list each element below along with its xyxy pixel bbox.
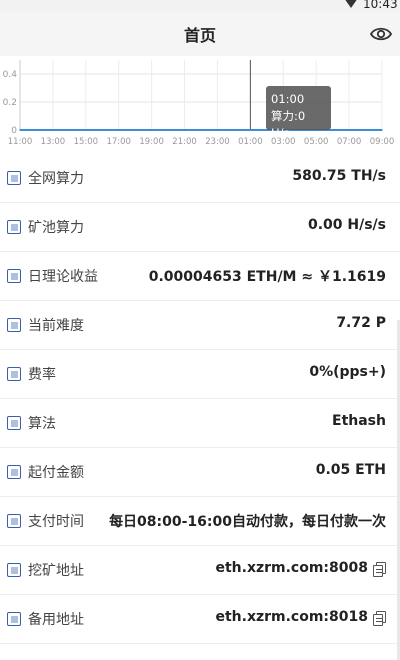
info-row: 日理论收益 0.00004653 ETH/M ≈ ￥1.1619 <box>0 252 400 301</box>
info-row: 支付时间 每日08:00-16:00自动付款，每日付款一次 <box>0 497 400 546</box>
backup-address-icon <box>7 612 21 626</box>
info-row: 起付金额 0.05 ETH <box>0 448 400 497</box>
y-tick-label: 0.4 <box>3 70 18 80</box>
info-label: 挖矿地址 <box>28 563 84 579</box>
x-tick-label: 11:00 <box>8 137 33 147</box>
fee-icon <box>7 367 21 381</box>
data-point <box>381 129 383 131</box>
status-bar: 10:43 <box>0 0 400 12</box>
min-payout-icon <box>7 465 21 479</box>
info-value: 0.00 H/s/s <box>307 217 386 233</box>
page-title: 首页 <box>183 26 216 45</box>
data-point <box>249 129 252 131</box>
x-tick-label: 23:00 <box>205 137 230 147</box>
x-tick-label: 07:00 <box>337 137 362 147</box>
chart-tooltip: 01:00 算力:0 H/s <box>266 86 331 140</box>
info-label: 支付时间 <box>28 514 84 530</box>
info-value: Ethash <box>332 413 386 429</box>
eye-icon[interactable] <box>370 24 392 44</box>
pool-hashrate-icon <box>7 220 21 234</box>
x-tick-label: 15:00 <box>74 137 99 147</box>
info-value: 每日08:00-16:00自动付款，每日付款一次 <box>109 514 386 530</box>
y-tick-label: 0 <box>11 126 17 136</box>
info-value: 580.75 TH/s <box>292 168 386 184</box>
info-row: 算法 Ethash <box>0 399 400 448</box>
info-label: 日理论收益 <box>28 269 98 285</box>
data-point <box>19 129 21 131</box>
difficulty-icon <box>7 318 21 332</box>
info-label: 费率 <box>28 367 56 383</box>
info-row: 当前难度 7.72 P <box>0 301 400 350</box>
app-header: 首页 <box>0 12 400 56</box>
data-point <box>150 129 153 131</box>
signal-icon <box>344 0 358 8</box>
data-point <box>348 129 350 131</box>
x-tick-label: 01:00 <box>238 137 263 147</box>
payment-time-icon <box>7 514 21 528</box>
data-point <box>117 129 120 131</box>
info-row: 挖矿地址 eth.xzrm.com:8008 <box>0 546 400 595</box>
y-tick-label: 0.2 <box>3 98 17 108</box>
x-tick-label: 21:00 <box>172 137 197 147</box>
data-point <box>85 129 87 131</box>
hashrate-chart-svg: 0.4 0.2 011:00 13:00 15:00 17:00 19:00 21:00 23:… <box>3 60 395 147</box>
x-tick-label: 19:00 <box>139 137 164 147</box>
pool-info-list: 全网算力 580.75 TH/s 矿池算力 0.00 H/s/s 日理论收益 0.0000… <box>0 154 400 644</box>
copy-icon[interactable] <box>373 562 386 577</box>
daily-income-icon <box>7 269 21 283</box>
data-point <box>52 129 54 131</box>
info-label: 备用地址 <box>28 612 84 628</box>
info-label: 全网算力 <box>28 171 84 187</box>
info-label: 起付金额 <box>28 465 84 481</box>
algorithm-icon <box>7 416 21 430</box>
info-row: 矿池算力 0.00 H/s/s <box>0 203 400 252</box>
hashrate-chart: 0.4 0.2 0 11:00 13:00 15:00 17:00 19:00 21:00 23:… <box>0 56 400 150</box>
info-value: 0%(pps+) <box>309 364 386 380</box>
network-hashrate-icon <box>7 171 21 185</box>
info-value: eth.xzrm.com:8018 <box>215 609 368 625</box>
info-value: 7.72 P <box>336 315 386 331</box>
copy-icon[interactable] <box>373 611 386 626</box>
info-label: 矿池算力 <box>28 220 84 236</box>
data-point <box>183 129 186 131</box>
info-row: 备用地址 eth.xzrm.com:8018 <box>0 595 400 644</box>
tooltip-time: 01:00 <box>271 92 305 106</box>
data-point <box>216 129 219 131</box>
info-value: eth.xzrm.com:8008 <box>215 560 368 576</box>
tooltip-value: 算力:0 H/s <box>271 109 306 140</box>
mining-address-icon <box>7 563 21 577</box>
info-value: 0.05 ETH <box>315 462 386 478</box>
info-value: 0.00004653 ETH/M ≈ ￥1.1619 <box>148 269 386 285</box>
x-tick-label: 09:00 <box>370 137 395 147</box>
info-row: 全网算力 580.75 TH/s <box>0 154 400 203</box>
x-tick-label: 17:00 <box>106 137 131 147</box>
info-label: 算法 <box>28 416 56 432</box>
info-label: 当前难度 <box>28 318 84 334</box>
info-row: 费率 0%(pps+) <box>0 350 400 399</box>
status-time: 10:43 <box>363 0 398 11</box>
x-tick-label: 13:00 <box>41 137 66 147</box>
